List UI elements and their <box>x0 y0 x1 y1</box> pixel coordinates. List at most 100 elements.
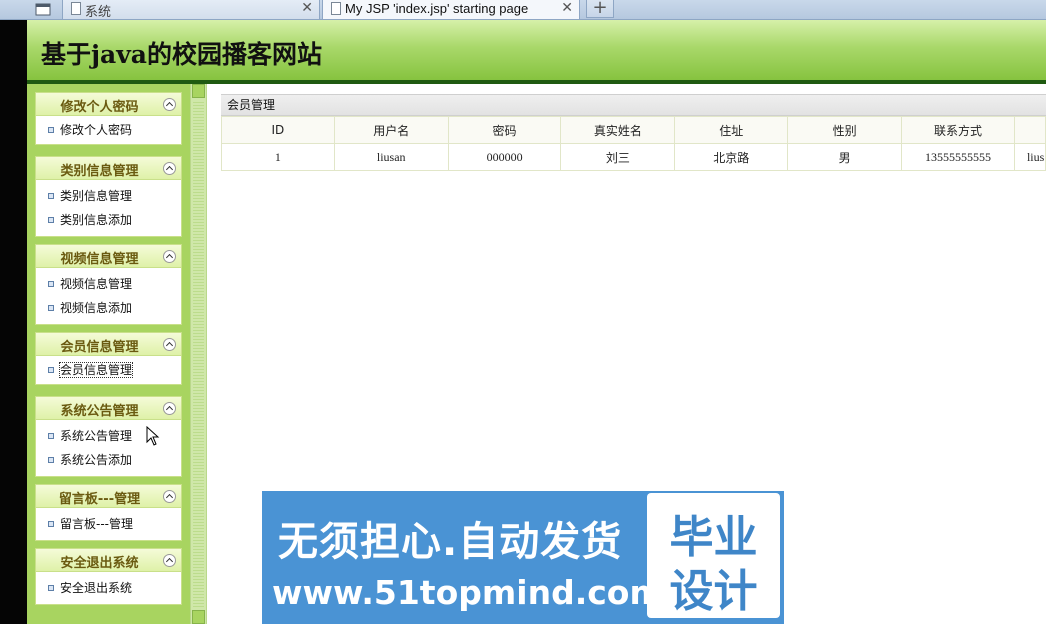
tab-title: My JSP 'index.jsp' starting page <box>345 1 529 16</box>
sidebar-item-label: 视频信息添加 <box>60 301 133 315</box>
bullet-icon <box>48 281 54 287</box>
panel-password: 修改个人密码 修改个人密码 <box>35 92 182 145</box>
panel-title: 安全退出系统 <box>60 556 139 571</box>
table-cell: lius <box>1013 143 1046 171</box>
page-icon <box>331 2 341 15</box>
sidebar-item-change-password[interactable]: 修改个人密码 <box>36 116 181 144</box>
window-edge <box>0 20 27 624</box>
panel-category: 类别信息管理 类别信息管理 类别信息添加 <box>35 156 182 237</box>
collapse-icon[interactable] <box>163 250 176 263</box>
sidebar-item-category-manage[interactable]: 类别信息管理 <box>36 184 181 208</box>
member-table: ID 用户名 密码 真实姓名 住址 性别 联系方式 1 liusan 00000… <box>221 116 1046 171</box>
bullet-icon <box>48 521 54 527</box>
collapse-icon[interactable] <box>163 338 176 351</box>
sidebar-splitter[interactable] <box>190 84 207 624</box>
column-header[interactable]: 性别 <box>787 116 903 144</box>
sidebar-item-logout[interactable]: 安全退出系统 <box>36 576 181 600</box>
badge-line: 设计 <box>669 566 758 617</box>
panel-body: 类别信息管理 类别信息添加 <box>35 180 182 237</box>
column-header[interactable]: 用户名 <box>333 116 449 144</box>
sidebar-item-label: 修改个人密码 <box>60 123 133 137</box>
collapse-icon[interactable] <box>163 98 176 111</box>
tab-system[interactable]: 系统 ✕ <box>62 0 320 20</box>
sidebar-item-label: 视频信息管理 <box>60 277 133 291</box>
panel-title: 系统公告管理 <box>60 404 139 419</box>
splitter-top-handle[interactable] <box>192 84 205 98</box>
collapse-icon[interactable] <box>163 402 176 415</box>
sidebar-item-label: 会员信息管理 <box>58 362 134 378</box>
column-header[interactable]: 住址 <box>674 116 789 144</box>
bullet-icon <box>48 585 54 591</box>
panel-body: 安全退出系统 <box>35 572 182 605</box>
close-tab-icon[interactable]: ✕ <box>561 0 573 16</box>
watermark-banner: 无须担心.自动发货 www.51topmind.com 毕业 设计 <box>262 491 784 624</box>
collapse-icon[interactable] <box>163 162 176 175</box>
column-header[interactable]: 真实姓名 <box>560 116 676 144</box>
banner-url: www.51topmind.com <box>272 573 664 612</box>
table-cell: 1 <box>221 143 335 171</box>
table-cell: liusan <box>333 143 449 171</box>
tab-list-icon[interactable] <box>30 1 56 19</box>
sidebar-item-notice-add[interactable]: 系统公告添加 <box>36 448 181 472</box>
panel-header[interactable]: 安全退出系统 <box>35 548 182 572</box>
sidebar-item-member-manage[interactable]: 会员信息管理 <box>36 358 181 382</box>
panel-header[interactable]: 系统公告管理 <box>35 396 182 420</box>
sidebar-item-video-manage[interactable]: 视频信息管理 <box>36 272 181 296</box>
close-tab-icon[interactable]: ✕ <box>301 0 313 16</box>
sidebar-item-label: 类别信息添加 <box>60 213 133 227</box>
grid-title: 会员管理 <box>221 94 1046 116</box>
bullet-icon <box>48 367 54 373</box>
panel-header[interactable]: 视频信息管理 <box>35 244 182 268</box>
new-tab-button[interactable]: + <box>586 0 614 18</box>
bullet-icon <box>48 127 54 133</box>
bullet-icon <box>48 457 54 463</box>
table-row[interactable]: 1 liusan 000000 刘三 北京路 男 13555555555 liu… <box>221 143 1046 171</box>
table-cell: 男 <box>787 143 903 171</box>
column-header[interactable]: 密码 <box>447 116 562 144</box>
column-header[interactable] <box>1013 116 1046 144</box>
sidebar-item-label: 安全退出系统 <box>60 581 133 595</box>
sidebar-item-label: 留言板---管理 <box>60 517 133 531</box>
panel-logout: 安全退出系统 安全退出系统 <box>35 548 182 605</box>
panel-header[interactable]: 留言板---管理 <box>35 484 182 508</box>
panel-title: 类别信息管理 <box>60 164 139 179</box>
table-cell: 13555555555 <box>901 143 1015 171</box>
sidebar-item-guestbook-manage[interactable]: 留言板---管理 <box>36 512 181 536</box>
sidebar-item-video-add[interactable]: 视频信息添加 <box>36 296 181 320</box>
page-icon <box>71 2 81 15</box>
bullet-icon <box>48 217 54 223</box>
panel-title: 会员信息管理 <box>60 340 139 355</box>
mouse-cursor-icon <box>146 426 160 446</box>
collapse-icon[interactable] <box>163 490 176 503</box>
table-cell: 刘三 <box>560 143 676 171</box>
column-header[interactable]: ID <box>221 116 335 144</box>
panel-header[interactable]: 修改个人密码 <box>35 92 182 116</box>
tab-index-jsp[interactable]: My JSP 'index.jsp' starting page ✕ <box>322 0 580 20</box>
splitter-grip <box>193 100 204 608</box>
panel-title: 修改个人密码 <box>60 100 139 115</box>
panel-guestbook: 留言板---管理 留言板---管理 <box>35 484 182 541</box>
sidebar-item-label: 系统公告管理 <box>60 429 133 443</box>
column-header[interactable]: 联系方式 <box>901 116 1015 144</box>
tab-title: 系统 <box>85 4 112 19</box>
sidebar-item-label: 类别信息管理 <box>60 189 133 203</box>
site-header: 基于java的校园播客网站 <box>27 20 1046 80</box>
bullet-icon <box>48 193 54 199</box>
banner-slogan: 无须担心.自动发货 <box>278 519 623 565</box>
panel-header[interactable]: 类别信息管理 <box>35 156 182 180</box>
splitter-bottom-handle[interactable] <box>192 610 205 624</box>
sidebar-item-label: 系统公告添加 <box>60 453 133 467</box>
panel-header[interactable]: 会员信息管理 <box>35 332 182 356</box>
panel-video: 视频信息管理 视频信息管理 视频信息添加 <box>35 244 182 325</box>
panel-body: 会员信息管理 <box>35 356 182 385</box>
panel-body: 视频信息管理 视频信息添加 <box>35 268 182 325</box>
sidebar: 修改个人密码 修改个人密码 类别信息管理 类别信息管理 类别信息添加 视频信息管… <box>27 84 190 624</box>
panel-title: 视频信息管理 <box>60 252 139 267</box>
table-header-row: ID 用户名 密码 真实姓名 住址 性别 联系方式 <box>221 116 1046 144</box>
table-cell: 000000 <box>447 143 562 171</box>
site-title: 基于java的校园播客网站 <box>41 40 322 69</box>
banner-badge: 毕业 设计 <box>647 493 780 618</box>
sidebar-item-category-add[interactable]: 类别信息添加 <box>36 208 181 232</box>
collapse-icon[interactable] <box>163 554 176 567</box>
panel-member: 会员信息管理 会员信息管理 <box>35 332 182 385</box>
